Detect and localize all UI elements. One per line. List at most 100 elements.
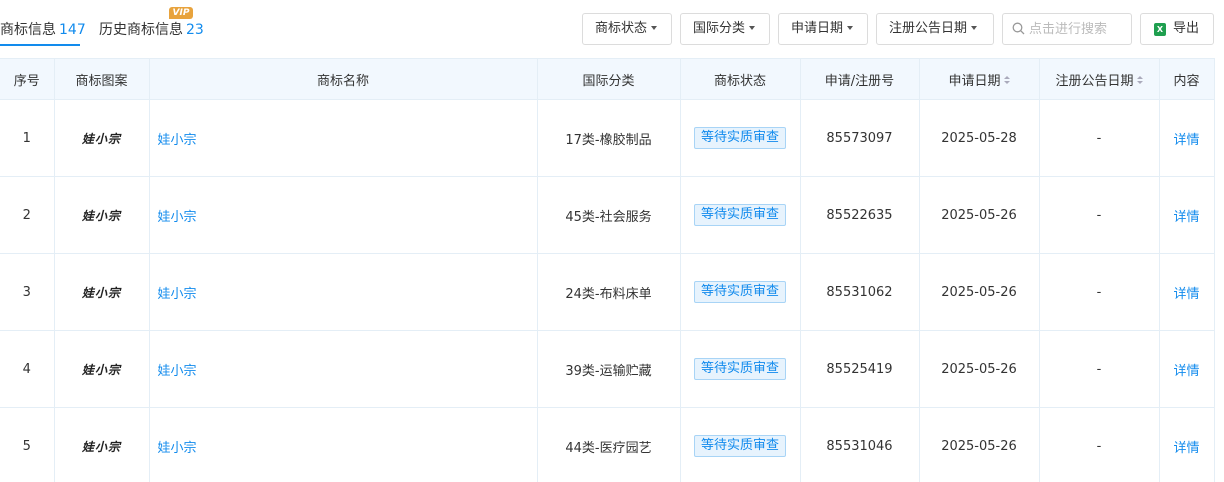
table-header-row: 序号 商标图案 商标名称 国际分类 商标状态 申请/注册号 申请日期 注册公告日… [0,58,1215,100]
trademark-name-link[interactable]: 娃小宗 [158,364,197,379]
export-button[interactable]: X 导出 [1140,13,1214,45]
status-badge: 等待实质审查 [693,435,786,457]
tab-trademark-info[interactable]: 商标信息 147 [0,19,86,39]
details-link[interactable]: 详情 [1173,133,1199,148]
cell-logo[interactable]: 娃小宗 [53,176,150,254]
cell-status: 等待实质审查 [679,253,801,331]
cell-apply-date: 2025-05-28 [918,99,1040,177]
search-box [1002,13,1132,45]
cell-pub-date: - [1038,407,1160,482]
filter-international-class-dropdown[interactable]: 国际分类 [680,13,770,45]
cell-class: 39类-运输贮藏 [536,330,681,408]
cell-class: 45类-社会服务 [536,176,681,254]
details-link[interactable]: 详情 [1173,210,1199,225]
cell-index: 5 [0,407,55,482]
cell-name: 娃小宗 [148,330,538,408]
trademark-name-link[interactable]: 娃小宗 [158,133,197,148]
column-header-label: 注册公告日期 [1055,73,1134,89]
cell-logo[interactable]: 娃小宗 [53,99,150,177]
status-badge: 等待实质审查 [693,204,786,226]
cell-class: 24类-布料床单 [536,253,681,331]
tab-history-trademark-info[interactable]: 历史商标信息 23 [99,19,204,39]
status-badge: 等待实质审查 [693,281,786,303]
sort-icon[interactable] [1003,75,1010,85]
cell-action: 详情 [1158,176,1215,254]
filter-trademark-status-dropdown[interactable]: 商标状态 [582,13,672,45]
details-link[interactable]: 详情 [1173,441,1199,456]
cell-action: 详情 [1158,99,1215,177]
caret-down-icon [971,25,978,30]
table-row: 5 娃小宗 娃小宗 44类-医疗园艺 等待实质审查 85531046 2025-… [0,407,1215,482]
cell-index: 3 [0,253,55,331]
search-input[interactable] [1029,14,1129,44]
details-link[interactable]: 详情 [1173,364,1199,379]
cell-status: 等待实质审查 [679,407,801,482]
cell-reg-no: 85531062 [799,253,920,331]
table-row: 1 娃小宗 娃小宗 17类-橡胶制品 等待实质审查 85573097 2025-… [0,99,1215,177]
filter-label: 申请日期 [791,21,844,36]
cell-apply-date: 2025-05-26 [918,330,1040,408]
cell-action: 详情 [1158,330,1215,408]
cell-pub-date: - [1038,330,1160,408]
filter-application-date-dropdown[interactable]: 申请日期 [778,13,868,45]
caret-down-icon [847,25,854,30]
tab-label: 商标信息 [0,22,56,38]
status-badge: 等待实质审查 [693,358,786,380]
cell-name: 娃小宗 [148,253,538,331]
status-badge: 等待实质审查 [693,127,786,149]
cell-apply-date: 2025-05-26 [918,253,1040,331]
column-header-name: 商标名称 [148,58,538,100]
caret-down-icon [651,25,658,30]
cell-apply-date: 2025-05-26 [918,407,1040,482]
filter-label: 商标状态 [595,21,648,36]
trademark-logo-image[interactable]: 娃小宗 [82,361,121,378]
tab-count: 147 [59,22,86,38]
cell-status: 等待实质审查 [679,99,801,177]
cell-name: 娃小宗 [148,176,538,254]
table-row: 4 娃小宗 娃小宗 39类-运输贮藏 等待实质审查 85525419 2025-… [0,330,1215,408]
column-header-apply-date[interactable]: 申请日期 [918,58,1040,100]
cell-pub-date: - [1038,99,1160,177]
export-label: 导出 [1173,21,1200,36]
cell-index: 2 [0,176,55,254]
filter-label: 国际分类 [693,21,746,36]
cell-reg-no: 85573097 [799,99,920,177]
cell-index: 1 [0,99,55,177]
cell-pub-date: - [1038,176,1160,254]
column-header-action: 内容 [1158,58,1215,100]
details-link[interactable]: 详情 [1173,287,1199,302]
table-row: 3 娃小宗 娃小宗 24类-布料床单 等待实质审查 85531062 2025-… [0,253,1215,331]
caret-down-icon [749,25,756,30]
cell-logo[interactable]: 娃小宗 [53,253,150,331]
cell-logo[interactable]: 娃小宗 [53,330,150,408]
tab-count: 23 [186,22,204,38]
cell-apply-date: 2025-05-26 [918,176,1040,254]
trademark-name-link[interactable]: 娃小宗 [158,287,197,302]
cell-name: 娃小宗 [148,99,538,177]
column-header-logo: 商标图案 [53,58,150,100]
trademark-logo-image[interactable]: 娃小宗 [82,438,121,455]
trademark-table: 序号 商标图案 商标名称 国际分类 商标状态 申请/注册号 申请日期 注册公告日… [0,58,1215,482]
filter-registration-announcement-date-dropdown[interactable]: 注册公告日期 [876,13,994,45]
toolbar: 商标信息 147 历史商标信息 23 VIP 商标状态 国际分类 申请日期 注册公告… [0,0,1224,58]
trademark-logo-image[interactable]: 娃小宗 [82,207,121,224]
cell-pub-date: - [1038,253,1160,331]
tab-label: 历史商标信息 [99,22,183,38]
cell-class: 17类-橡胶制品 [536,99,681,177]
cell-logo[interactable]: 娃小宗 [53,407,150,482]
column-header-status: 商标状态 [679,58,801,100]
cell-index: 4 [0,330,55,408]
trademark-logo-image[interactable]: 娃小宗 [82,284,121,301]
active-tab-indicator [0,44,80,46]
cell-status: 等待实质审查 [679,330,801,408]
trademark-name-link[interactable]: 娃小宗 [158,210,197,225]
cell-action: 详情 [1158,407,1215,482]
column-header-class: 国际分类 [536,58,681,100]
vip-badge: VIP [169,7,193,19]
cell-class: 44类-医疗园艺 [536,407,681,482]
trademark-name-link[interactable]: 娃小宗 [158,441,197,456]
column-header-pub-date[interactable]: 注册公告日期 [1038,58,1160,100]
trademark-logo-image[interactable]: 娃小宗 [82,130,121,147]
sort-icon[interactable] [1136,75,1143,85]
cell-action: 详情 [1158,253,1215,331]
